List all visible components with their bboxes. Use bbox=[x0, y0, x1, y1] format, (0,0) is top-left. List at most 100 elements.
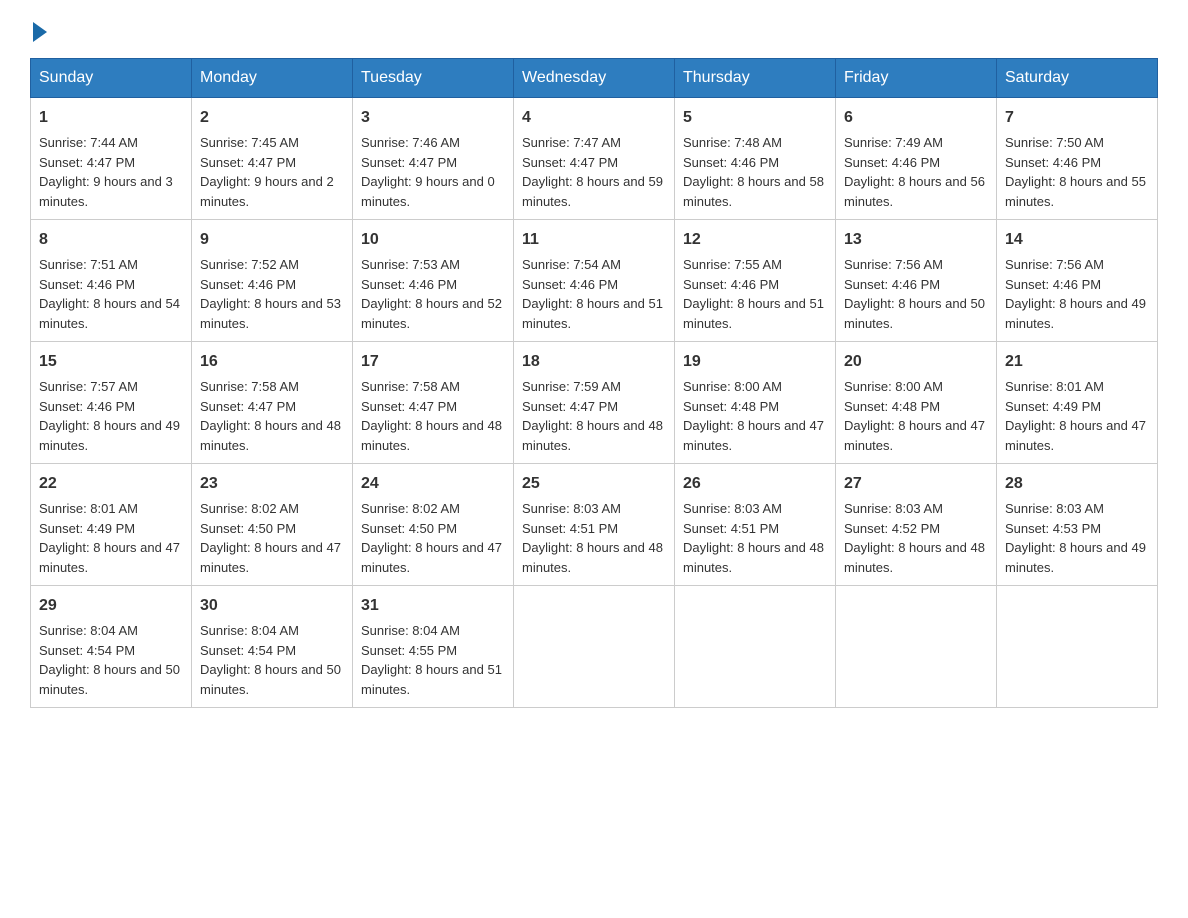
day-number: 22 bbox=[39, 472, 183, 496]
day-number: 12 bbox=[683, 228, 827, 252]
sunrise-label: Sunrise: 8:00 AM bbox=[683, 379, 782, 394]
calendar-cell: 5Sunrise: 7:48 AMSunset: 4:46 PMDaylight… bbox=[675, 98, 836, 220]
daylight-label: Daylight: 8 hours and 50 minutes. bbox=[200, 662, 341, 697]
day-number: 1 bbox=[39, 106, 183, 130]
day-number: 16 bbox=[200, 350, 344, 374]
day-number: 30 bbox=[200, 594, 344, 618]
sunset-label: Sunset: 4:53 PM bbox=[1005, 521, 1101, 536]
sunrise-label: Sunrise: 7:56 AM bbox=[844, 257, 943, 272]
sunset-label: Sunset: 4:46 PM bbox=[361, 277, 457, 292]
sunrise-label: Sunrise: 8:01 AM bbox=[39, 501, 138, 516]
daylight-label: Daylight: 8 hours and 58 minutes. bbox=[683, 174, 824, 209]
logo-arrow-icon bbox=[33, 22, 47, 42]
calendar-cell: 25Sunrise: 8:03 AMSunset: 4:51 PMDayligh… bbox=[514, 464, 675, 586]
day-number: 25 bbox=[522, 472, 666, 496]
sunrise-label: Sunrise: 7:46 AM bbox=[361, 135, 460, 150]
day-number: 19 bbox=[683, 350, 827, 374]
day-number: 31 bbox=[361, 594, 505, 618]
calendar-cell: 15Sunrise: 7:57 AMSunset: 4:46 PMDayligh… bbox=[31, 342, 192, 464]
daylight-label: Daylight: 8 hours and 48 minutes. bbox=[200, 418, 341, 453]
daylight-label: Daylight: 8 hours and 47 minutes. bbox=[200, 540, 341, 575]
day-number: 14 bbox=[1005, 228, 1149, 252]
sunrise-label: Sunrise: 7:58 AM bbox=[200, 379, 299, 394]
sunrise-label: Sunrise: 8:04 AM bbox=[39, 623, 138, 638]
sunset-label: Sunset: 4:47 PM bbox=[361, 399, 457, 414]
daylight-label: Daylight: 8 hours and 47 minutes. bbox=[361, 540, 502, 575]
sunrise-label: Sunrise: 7:45 AM bbox=[200, 135, 299, 150]
calendar-cell: 10 Sunrise: 7:53 AM Sunset: 4:46 PM Dayligh… bbox=[353, 220, 514, 342]
calendar-cell: 24Sunrise: 8:02 AMSunset: 4:50 PMDayligh… bbox=[353, 464, 514, 586]
calendar-cell: 12Sunrise: 7:55 AMSunset: 4:46 PMDayligh… bbox=[675, 220, 836, 342]
daylight-label: Daylight: 8 hours and 52 minutes. bbox=[361, 296, 502, 331]
day-number: 17 bbox=[361, 350, 505, 374]
calendar-cell: 13Sunrise: 7:56 AMSunset: 4:46 PMDayligh… bbox=[836, 220, 997, 342]
day-number: 10 bbox=[361, 228, 505, 252]
sunset-label: Sunset: 4:46 PM bbox=[844, 277, 940, 292]
sunrise-label: Sunrise: 8:04 AM bbox=[200, 623, 299, 638]
daylight-label: Daylight: 8 hours and 51 minutes. bbox=[361, 662, 502, 697]
calendar-cell: 3Sunrise: 7:46 AMSunset: 4:47 PMDaylight… bbox=[353, 98, 514, 220]
calendar-cell: 2Sunrise: 7:45 AMSunset: 4:47 PMDaylight… bbox=[192, 98, 353, 220]
day-number: 29 bbox=[39, 594, 183, 618]
daylight-label: Daylight: 9 hours and 0 minutes. bbox=[361, 174, 495, 209]
calendar-cell: 9Sunrise: 7:52 AMSunset: 4:46 PMDaylight… bbox=[192, 220, 353, 342]
daylight-label: Daylight: 8 hours and 47 minutes. bbox=[1005, 418, 1146, 453]
day-number: 13 bbox=[844, 228, 988, 252]
week-row-4: 22Sunrise: 8:01 AMSunset: 4:49 PMDayligh… bbox=[31, 464, 1158, 586]
calendar-cell: 22Sunrise: 8:01 AMSunset: 4:49 PMDayligh… bbox=[31, 464, 192, 586]
daylight-label: Daylight: 8 hours and 51 minutes. bbox=[683, 296, 824, 331]
calendar-table: SundayMondayTuesdayWednesdayThursdayFrid… bbox=[30, 58, 1158, 708]
sunrise-label: Sunrise: 7:54 AM bbox=[522, 257, 621, 272]
day-number: 27 bbox=[844, 472, 988, 496]
sunrise-label: Sunrise: 7:53 AM bbox=[361, 257, 460, 272]
day-number: 3 bbox=[361, 106, 505, 130]
sunset-label: Sunset: 4:52 PM bbox=[844, 521, 940, 536]
calendar-cell: 18Sunrise: 7:59 AMSunset: 4:47 PMDayligh… bbox=[514, 342, 675, 464]
daylight-label: Daylight: 8 hours and 54 minutes. bbox=[39, 296, 180, 331]
daylight-label: Daylight: 8 hours and 48 minutes. bbox=[522, 418, 663, 453]
calendar-cell bbox=[514, 586, 675, 708]
week-row-2: 8Sunrise: 7:51 AMSunset: 4:46 PMDaylight… bbox=[31, 220, 1158, 342]
calendar-cell bbox=[997, 586, 1158, 708]
daylight-label: Daylight: 8 hours and 49 minutes. bbox=[1005, 296, 1146, 331]
day-number: 8 bbox=[39, 228, 183, 252]
sunset-label: Sunset: 4:46 PM bbox=[39, 277, 135, 292]
calendar-cell: 8Sunrise: 7:51 AMSunset: 4:46 PMDaylight… bbox=[31, 220, 192, 342]
day-number: 21 bbox=[1005, 350, 1149, 374]
sunrise-label: Sunrise: 8:03 AM bbox=[1005, 501, 1104, 516]
sunrise-label: Sunrise: 7:58 AM bbox=[361, 379, 460, 394]
sunset-label: Sunset: 4:47 PM bbox=[200, 399, 296, 414]
sunrise-label: Sunrise: 8:02 AM bbox=[361, 501, 460, 516]
sunrise-label: Sunrise: 7:59 AM bbox=[522, 379, 621, 394]
daylight-label: Daylight: 8 hours and 47 minutes. bbox=[39, 540, 180, 575]
day-number: 9 bbox=[200, 228, 344, 252]
sunrise-label: Sunrise: 7:52 AM bbox=[200, 257, 299, 272]
day-number: 23 bbox=[200, 472, 344, 496]
calendar-cell: 7Sunrise: 7:50 AMSunset: 4:46 PMDaylight… bbox=[997, 98, 1158, 220]
day-number: 18 bbox=[522, 350, 666, 374]
sunset-label: Sunset: 4:51 PM bbox=[683, 521, 779, 536]
sunrise-label: Sunrise: 8:02 AM bbox=[200, 501, 299, 516]
sunset-label: Sunset: 4:46 PM bbox=[683, 155, 779, 170]
calendar-cell: 4Sunrise: 7:47 AMSunset: 4:47 PMDaylight… bbox=[514, 98, 675, 220]
sunset-label: Sunset: 4:55 PM bbox=[361, 643, 457, 658]
day-number: 11 bbox=[522, 228, 666, 252]
day-number: 4 bbox=[522, 106, 666, 130]
week-row-5: 29Sunrise: 8:04 AMSunset: 4:54 PMDayligh… bbox=[31, 586, 1158, 708]
day-number: 15 bbox=[39, 350, 183, 374]
logo bbox=[30, 20, 47, 38]
calendar-cell: 17Sunrise: 7:58 AMSunset: 4:47 PMDayligh… bbox=[353, 342, 514, 464]
sunset-label: Sunset: 4:46 PM bbox=[522, 277, 618, 292]
daylight-label: Daylight: 9 hours and 3 minutes. bbox=[39, 174, 173, 209]
sunset-label: Sunset: 4:49 PM bbox=[1005, 399, 1101, 414]
sunset-label: Sunset: 4:46 PM bbox=[844, 155, 940, 170]
calendar-cell: 27Sunrise: 8:03 AMSunset: 4:52 PMDayligh… bbox=[836, 464, 997, 586]
week-row-3: 15Sunrise: 7:57 AMSunset: 4:46 PMDayligh… bbox=[31, 342, 1158, 464]
sunset-label: Sunset: 4:46 PM bbox=[683, 277, 779, 292]
sunset-label: Sunset: 4:46 PM bbox=[1005, 155, 1101, 170]
daylight-label: Daylight: 8 hours and 55 minutes. bbox=[1005, 174, 1146, 209]
daylight-label: Daylight: 8 hours and 56 minutes. bbox=[844, 174, 985, 209]
daylight-label: Daylight: 8 hours and 49 minutes. bbox=[39, 418, 180, 453]
sunset-label: Sunset: 4:47 PM bbox=[200, 155, 296, 170]
daylight-label: Daylight: 8 hours and 48 minutes. bbox=[844, 540, 985, 575]
